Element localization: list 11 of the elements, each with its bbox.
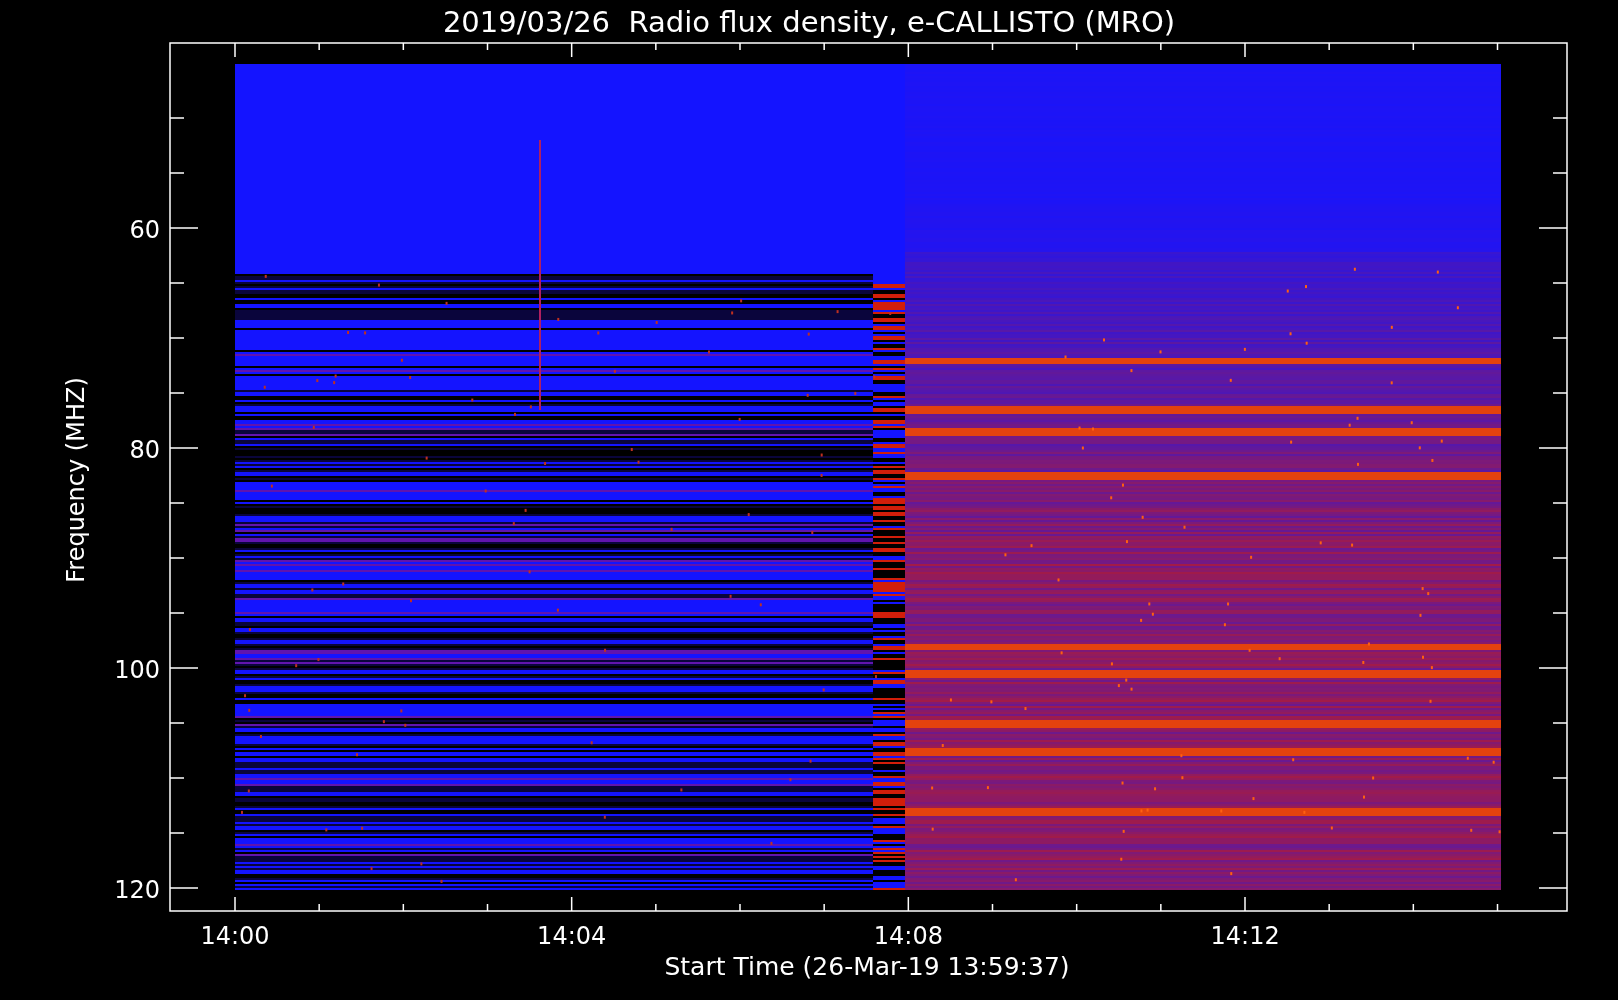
- y-tick-label: 60: [129, 216, 160, 244]
- y-tick-label: 80: [129, 436, 160, 464]
- y-tick-label: 100: [114, 656, 160, 684]
- x-tick-label: 14:04: [537, 922, 607, 950]
- x-tick-label: 14:00: [200, 922, 270, 950]
- x-tick-label: 14:08: [873, 922, 943, 950]
- y-tick-label: 120: [114, 876, 160, 904]
- x-axis-label: Start Time (26-Mar-19 13:59:37): [664, 952, 1070, 981]
- x-tick-label: 14:12: [1210, 922, 1280, 950]
- y-axis-label: Frequency (MHZ): [62, 377, 90, 583]
- plot-title: 2019/03/26 Radio flux density, e-CALLISTO (MRO): [442, 5, 1176, 39]
